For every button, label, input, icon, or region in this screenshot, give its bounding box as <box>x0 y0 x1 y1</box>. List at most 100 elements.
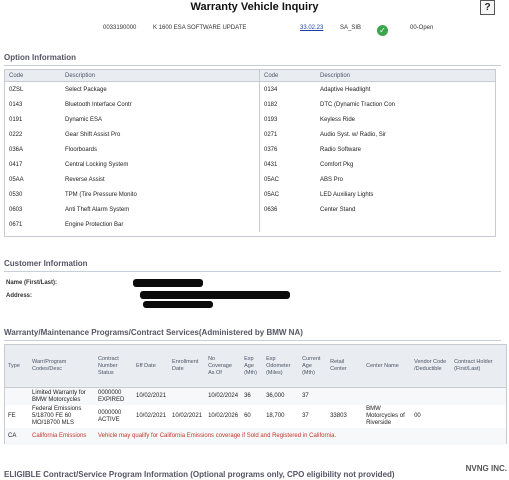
warranty-type: CA <box>8 433 17 439</box>
warranty-vendor <box>411 388 451 406</box>
col-vendor-code: Vendor Code /Deductible <box>411 345 452 388</box>
col-exp-odometer: Exp Odometer (Miles) <box>263 345 300 388</box>
customer-info-heading: Customer Information <box>4 259 501 272</box>
option-desc: Engine Protection Bar <box>65 221 124 228</box>
warranty-holder <box>451 405 506 428</box>
warranty-exp-age: 36 <box>244 393 251 399</box>
col-center-name: Center Name <box>363 345 412 388</box>
option-code: 0376 <box>259 142 316 157</box>
table-row: 0143 Bluetooth Interface Contr 0182 DTC … <box>5 97 495 112</box>
check-icon: ✓ <box>377 25 388 36</box>
table-row: 0603 Anti Theft Alarm System 0636 Center… <box>5 202 495 217</box>
table-row: FE Federal Emissions 5/18700 FE 60 MO/18… <box>5 405 506 428</box>
option-desc-empty <box>316 217 495 232</box>
order-description: K 1600 ESA SOFTWARE UPDATE <box>153 25 247 31</box>
col-contract: Contract Number Status <box>95 345 133 388</box>
redaction-bar <box>140 291 290 299</box>
option-code: 0271 <box>259 127 316 142</box>
warranty-retail-center <box>327 388 363 406</box>
col-desc-right: Description <box>316 70 495 82</box>
warranty-type: FE <box>8 413 16 419</box>
service-order-row: 0033190000 K 1600 ESA SOFTWARE UPDATE 33… <box>0 23 509 37</box>
order-status: 00-Open <box>410 25 434 31</box>
option-info-panel: Code Description Code Description 0ZSL S… <box>4 69 496 237</box>
warranty-center-name: BMW Motorcycles of Riverside <box>366 406 405 426</box>
col-contract-holder: Contract Holder (First/Last) <box>451 345 506 388</box>
option-code-empty <box>259 217 316 232</box>
option-desc: Center Stand <box>320 206 356 213</box>
warranty-contract: 0000000 ACTIVE <box>98 409 122 423</box>
col-eff-date: Eff Date <box>133 345 170 388</box>
col-no-coverage: No Coverage As Of <box>205 345 242 388</box>
redaction-bar <box>143 301 213 308</box>
option-desc: Central Locking System <box>65 161 129 168</box>
warranty-enrollment: 10/02/2021 <box>172 413 203 419</box>
warranty-eff-date: 10/02/2021 <box>136 413 167 419</box>
warranty-center-name <box>363 388 411 406</box>
table-row: 0530 TPM (Tire Pressure Monito 05AC LED … <box>5 187 495 202</box>
warranty-program: California Emissions <box>32 433 87 439</box>
warranty-exp-odometer: 18,700 <box>266 413 285 419</box>
option-desc: LED Auxiliary Lights <box>320 191 374 198</box>
option-desc: Radio Software <box>320 146 362 153</box>
warranty-no-coverage: 10/02/2024 <box>208 393 239 399</box>
option-desc: Anti Theft Alarm System <box>65 206 130 213</box>
option-code: 0417 <box>9 161 23 168</box>
warranty-program: Limited Warranty for BMW Motorcycles <box>32 389 86 403</box>
col-exp-age: Exp Age (Mth) <box>241 345 264 388</box>
table-row: 05AA Reverse Assist 05AC ABS Pro <box>5 172 495 187</box>
col-retail-center: Retail Center <box>327 345 364 388</box>
order-date-link[interactable]: 33.02.23 <box>300 25 323 31</box>
option-code: 0671 <box>9 221 23 228</box>
warranty-enrollment <box>169 388 205 406</box>
option-code: 0182 <box>259 97 316 112</box>
customer-address-label: Address: <box>6 293 33 299</box>
warranty-no-coverage: 10/02/2026 <box>208 413 239 419</box>
option-desc: DTC (Dynamic Traction Con <box>320 101 396 108</box>
table-row: CA California Emissions Vehicle may qual… <box>5 428 506 445</box>
col-current-age: Current Age (Mth) <box>299 345 328 388</box>
col-code-left: Code <box>5 70 61 82</box>
title-bar: Warranty Vehicle Inquiry ? <box>0 0 509 16</box>
table-row: 0417 Central Locking System 0431 Comfort… <box>5 157 495 172</box>
table-row: 0671 Engine Protection Bar <box>5 217 495 232</box>
warranty-exp-age: 60 <box>244 413 251 419</box>
order-code: SA_SIB <box>340 25 362 31</box>
col-enrollment: Enrollment Date <box>169 345 206 388</box>
help-button[interactable]: ? <box>480 0 495 15</box>
option-code: 0431 <box>259 157 316 172</box>
warranty-current-age: 37 <box>302 393 309 399</box>
option-desc: Audio Syst. w/ Radio, Sir <box>320 131 387 138</box>
option-desc: Select Package <box>65 86 107 93</box>
customer-name-label: Name (First/Last): <box>6 280 58 286</box>
california-emissions-note: Vehicle may qualify for California Emiss… <box>98 433 337 439</box>
warranty-table: Type Warr/Program Codes/Desc Contract Nu… <box>5 345 506 445</box>
warranty-program: Federal Emissions 5/18700 FE 60 MO/18700… <box>32 406 82 426</box>
option-code: 0636 <box>259 202 316 217</box>
option-code: 0143 <box>9 101 23 108</box>
watermark: NVNG INC. <box>465 464 507 473</box>
redaction-bar <box>133 279 203 287</box>
warranty-retail-center: 33803 <box>330 413 347 419</box>
col-desc-left: Description <box>61 70 260 82</box>
page-title: Warranty Vehicle Inquiry <box>190 1 319 13</box>
warranty-exp-odometer: 36,000 <box>266 393 285 399</box>
table-row: 036A Floorboards 0376 Radio Software <box>5 142 495 157</box>
warranty-heading: Warranty/Maintenance Programs/Contract S… <box>4 328 501 341</box>
option-desc: Bluetooth Interface Contr <box>65 101 132 108</box>
option-code: 05AC <box>259 187 316 202</box>
eligible-heading: ELIGIBLE Contract/Service Program Inform… <box>4 470 395 479</box>
option-code: 05AA <box>9 176 24 183</box>
table-row: 0191 Dynamic ESA 0193 Keyless Ride <box>5 112 495 127</box>
option-code: 0193 <box>259 112 316 127</box>
order-number: 0033190000 <box>103 25 137 31</box>
warranty-contract: 0000000 EXPIRED <box>98 389 125 403</box>
option-desc: Floorboards <box>65 146 98 153</box>
option-code: 05AC <box>259 172 316 187</box>
option-table-header: Code Description Code Description <box>5 70 495 82</box>
warranty-type <box>5 388 29 406</box>
option-table: Code Description Code Description 0ZSL S… <box>5 70 495 232</box>
option-code: 0603 <box>9 206 23 213</box>
warranty-current-age: 37 <box>302 413 309 419</box>
col-type: Type <box>5 345 29 388</box>
